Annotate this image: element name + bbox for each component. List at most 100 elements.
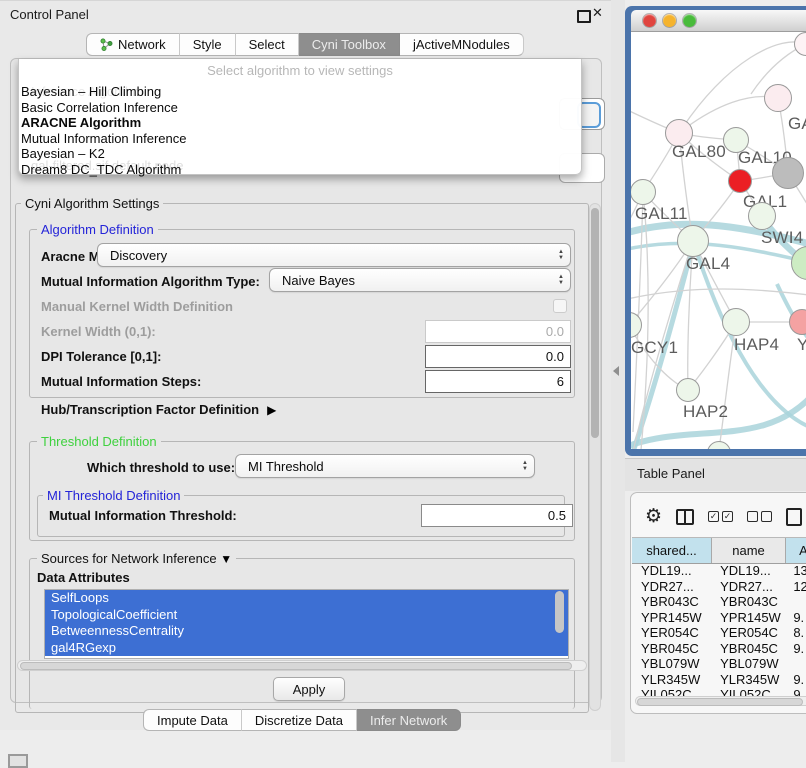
network-canvas[interactable]: GALGAL80GAL10GAL1GAL11SWI4GAL4GCY1HAP4YH… bbox=[631, 32, 806, 449]
mi-threshold-value: 0.5 bbox=[548, 508, 566, 523]
minimize-window-button[interactable] bbox=[663, 14, 676, 27]
select-all-checkboxes-icon[interactable] bbox=[708, 511, 733, 522]
algorithm-item-dream8-dc-tdc-algorithm[interactable]: Dream8 DC_TDC Algorithm bbox=[20, 162, 582, 178]
node-label-gal11: GAL11 bbox=[635, 204, 688, 224]
panel-splitter[interactable] bbox=[611, 0, 625, 762]
table-row[interactable]: YER054CYER054C8. bbox=[632, 625, 806, 641]
tab-style[interactable]: Style bbox=[180, 33, 236, 56]
tab-label: Impute Data bbox=[157, 713, 228, 728]
node-label-swi4: SWI4 bbox=[761, 228, 803, 248]
data-attribute-item-selfloops[interactable]: SelfLoops bbox=[45, 590, 568, 607]
table-row[interactable]: YLR345WYLR345W9. bbox=[632, 672, 806, 688]
close-window-button[interactable] bbox=[643, 14, 656, 27]
sources-legend[interactable]: Sources for Network Inference ▼ bbox=[37, 551, 236, 566]
algorithm-list: Bayesian – Hill ClimbingBasic Correlatio… bbox=[20, 84, 582, 177]
close-panel-icon[interactable]: ✕ bbox=[592, 5, 603, 21]
algorithm-item-bayesian-k2[interactable]: Bayesian – K2 bbox=[20, 146, 582, 162]
which-threshold-select[interactable]: MI Threshold bbox=[235, 454, 535, 478]
table-cell: 8. bbox=[784, 625, 806, 640]
table-cell: 12 bbox=[784, 579, 806, 594]
mi-steps-value: 6 bbox=[557, 374, 564, 389]
hub-definition-expander[interactable]: Hub/Transcription Factor Definition ▶ bbox=[41, 402, 276, 417]
aracne-mode-select[interactable]: Discovery bbox=[97, 243, 571, 267]
column-header-shared-[interactable]: shared... bbox=[632, 538, 712, 563]
mi-steps-input[interactable]: 6 bbox=[425, 370, 571, 393]
which-threshold-value: MI Threshold bbox=[248, 459, 324, 474]
tab-select[interactable]: Select bbox=[236, 33, 299, 56]
algorithm-popup: Inference Algorithm gal-filtered.sif def… bbox=[18, 59, 582, 175]
algorithm-item-basic-correlation-inference[interactable]: Basic Correlation Inference bbox=[20, 100, 582, 116]
network-node-gal4[interactable] bbox=[677, 225, 709, 257]
data-attribute-item-topologicalcoefficient[interactable]: TopologicalCoefficient bbox=[45, 607, 568, 624]
document-icon[interactable] bbox=[786, 508, 802, 526]
node-label-salmon: Y bbox=[797, 335, 806, 355]
dock-square-icon[interactable] bbox=[8, 754, 28, 768]
mi-threshold-input[interactable]: 0.5 bbox=[421, 504, 573, 527]
tab-jactivemnodules[interactable]: jActiveMNodules bbox=[400, 33, 524, 56]
float-window-icon[interactable] bbox=[577, 10, 591, 23]
node-label-hap2: HAP2 bbox=[683, 402, 728, 422]
kernel-width-input[interactable]: 0.0 bbox=[425, 320, 571, 343]
column-header-name[interactable]: name bbox=[712, 538, 786, 563]
gear-icon[interactable] bbox=[645, 505, 662, 528]
settings-horizontal-scrollbar[interactable] bbox=[17, 660, 587, 671]
column-header-a[interactable]: A bbox=[786, 538, 806, 563]
network-node-gal-pink[interactable] bbox=[764, 84, 792, 112]
table-row[interactable]: YDL19...YDL19...13 bbox=[632, 563, 806, 579]
spinner-icon bbox=[558, 250, 564, 261]
tab-impute-data[interactable]: Impute Data bbox=[143, 709, 242, 731]
tab-network[interactable]: Network bbox=[86, 33, 180, 56]
zoom-window-button[interactable] bbox=[683, 14, 696, 27]
which-threshold-label: Which threshold to use: bbox=[87, 460, 235, 475]
data-attribute-item-betweennesscentrality[interactable]: BetweennessCentrality bbox=[45, 623, 568, 640]
table-cell: 9. bbox=[784, 610, 806, 625]
table-row[interactable]: YBL079WYBL079W bbox=[632, 656, 806, 672]
network-icon bbox=[100, 38, 113, 51]
node-label-gal-pink: GAL bbox=[788, 114, 806, 134]
network-node-hap4[interactable] bbox=[722, 308, 750, 336]
table-row[interactable]: YPR145WYPR145W9. bbox=[632, 610, 806, 626]
table-horizontal-scrollbar[interactable] bbox=[635, 696, 806, 706]
table-cell: 9. bbox=[784, 687, 806, 696]
table-cell: YPR145W bbox=[711, 610, 784, 625]
unchecked-checkbox-icon bbox=[747, 511, 758, 522]
network-node-gray-hub[interactable] bbox=[772, 157, 804, 189]
table-cell: YBR045C bbox=[711, 641, 784, 656]
attributes-scrollbar-thumb[interactable] bbox=[555, 591, 564, 633]
deselect-all-checkboxes-icon[interactable] bbox=[747, 511, 772, 522]
data-attribute-item-gal4rgexp[interactable]: gal4RGexp bbox=[45, 640, 568, 657]
network-edge[interactable] bbox=[679, 96, 778, 133]
table-row[interactable]: YBR043CYBR043C bbox=[632, 594, 806, 610]
apply-button[interactable]: Apply bbox=[273, 677, 345, 701]
algorithm-item-mutual-information-inference[interactable]: Mutual Information Inference bbox=[20, 131, 582, 147]
dpi-tolerance-input[interactable]: 0.0 bbox=[425, 345, 571, 368]
network-node-gal1[interactable] bbox=[728, 169, 752, 193]
table-cell: YPR145W bbox=[632, 610, 711, 625]
scrollbar-thumb[interactable] bbox=[591, 208, 599, 438]
algorithm-item-aracne-algorithm[interactable]: ARACNE Algorithm bbox=[20, 115, 582, 131]
settings-vertical-scrollbar[interactable] bbox=[589, 203, 601, 711]
data-attributes-list[interactable]: SelfLoopsTopologicalCoefficientBetweenne… bbox=[44, 589, 569, 659]
mi-algorithm-type-select[interactable]: Naive Bayes bbox=[269, 268, 571, 292]
tab-infer-network[interactable]: Infer Network bbox=[357, 709, 461, 731]
table-row[interactable]: YBR045CYBR045C9. bbox=[632, 641, 806, 657]
network-node-hap2[interactable] bbox=[676, 378, 700, 402]
table-row[interactable]: YIL052CYIL052C9. bbox=[632, 687, 806, 696]
network-window-titlebar[interactable] bbox=[631, 10, 806, 32]
tab-cyni-toolbox[interactable]: Cyni Toolbox bbox=[299, 33, 400, 56]
table-row[interactable]: YDR27...YDR27...12 bbox=[632, 579, 806, 595]
node-label-hap4: HAP4 bbox=[734, 335, 779, 355]
scrollbar-thumb[interactable] bbox=[637, 698, 803, 706]
tab-label: Style bbox=[193, 37, 222, 52]
tab-discretize-data[interactable]: Discretize Data bbox=[242, 709, 357, 731]
network-node-gal11[interactable] bbox=[631, 179, 656, 205]
split-columns-icon[interactable] bbox=[676, 509, 694, 525]
algorithm-item-bayesian-hill-climbing[interactable]: Bayesian – Hill Climbing bbox=[20, 84, 582, 100]
table-cell: YBL079W bbox=[711, 656, 784, 671]
network-view-window: GALGAL80GAL10GAL1GAL11SWI4GAL4GCY1HAP4YH… bbox=[625, 6, 806, 456]
network-node-swi4[interactable] bbox=[748, 202, 776, 230]
tab-label: jActiveMNodules bbox=[413, 37, 510, 52]
scrollbar-thumb[interactable] bbox=[20, 662, 572, 670]
manual-kernel-checkbox[interactable] bbox=[553, 299, 567, 313]
splitter-collapse-icon[interactable] bbox=[613, 366, 619, 376]
